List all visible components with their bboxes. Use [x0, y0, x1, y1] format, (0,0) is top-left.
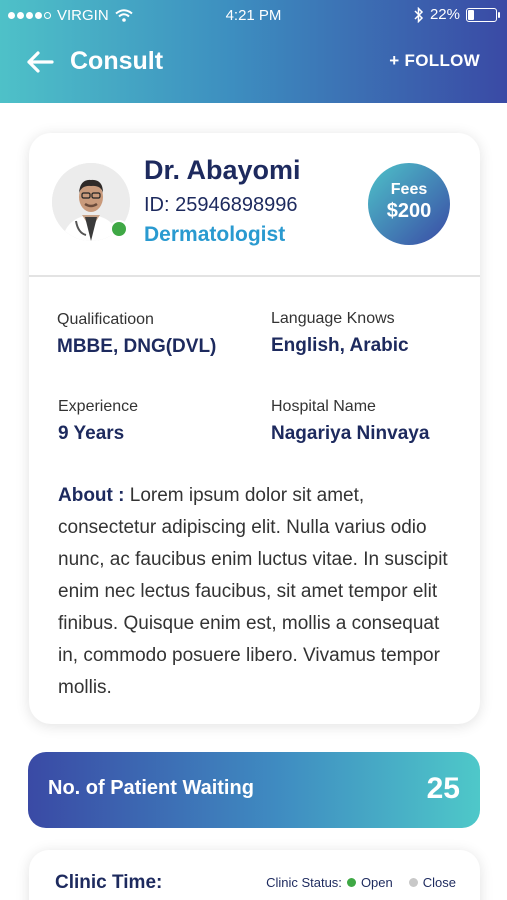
fees-label: Fees [390, 181, 428, 198]
experience-value: 9 Years [58, 423, 125, 444]
close-label: Close [422, 875, 456, 890]
close-status-dot [408, 878, 418, 887]
doctor-id: ID: 25946898996 [144, 194, 298, 216]
fees-badge: Fees $200 [368, 163, 450, 245]
clinic-time-card: Clinic Time: Clinic Status: Open Close [29, 850, 480, 900]
about-section: About : Lorem ipsum dolor sit amet, cons… [58, 480, 458, 704]
clinic-time-title: Clinic Time: [55, 872, 163, 893]
divider [29, 275, 480, 277]
doctor-name: Dr. Abayomi [144, 155, 301, 185]
doctor-specialty: Dermatologist [144, 223, 286, 246]
experience-label: Experience [58, 398, 139, 415]
open-label: Open [360, 875, 393, 890]
clinic-status-legend: Clinic Status: Open Close [266, 875, 456, 890]
doctor-profile-card: Dr. Abayomi ID: 25946898996 Dermatologis… [29, 133, 480, 724]
status-bar: VIRGIN 4:21 PM 22% [0, 0, 507, 32]
app-header: VIRGIN 4:21 PM 22% Consult + FOLLOW [0, 0, 507, 103]
clinic-status-label: Clinic Status: [266, 875, 342, 890]
follow-button[interactable]: + FOLLOW [389, 51, 480, 71]
waiting-label: No. of Patient Waiting [48, 777, 254, 799]
page-title: Consult [70, 47, 164, 75]
battery-fill [468, 9, 474, 20]
qualification-label: Qualificatioon [57, 311, 154, 328]
fees-amount: $200 [386, 200, 432, 222]
hospital-value: Nagariya Ninvaya [271, 423, 430, 444]
battery-icon [466, 7, 500, 22]
about-text: Lorem ipsum dolor sit amet, consectetur … [58, 485, 448, 698]
language-value: English, Arabic [271, 335, 409, 356]
waiting-count: 25 [426, 772, 460, 805]
open-status-dot [346, 878, 356, 887]
battery-percent: 22% [429, 6, 460, 23]
status-right: 22% [414, 6, 500, 23]
online-status-dot [110, 220, 128, 238]
hospital-label: Hospital Name [271, 398, 376, 415]
arrow-left-icon[interactable] [26, 50, 54, 74]
qualification-value: MBBE, DNG(DVL) [57, 336, 217, 357]
language-label: Language Knows [271, 310, 395, 327]
about-label: About : [58, 485, 125, 506]
patient-waiting-banner: No. of Patient Waiting 25 [28, 752, 480, 828]
bluetooth-icon [414, 6, 424, 23]
